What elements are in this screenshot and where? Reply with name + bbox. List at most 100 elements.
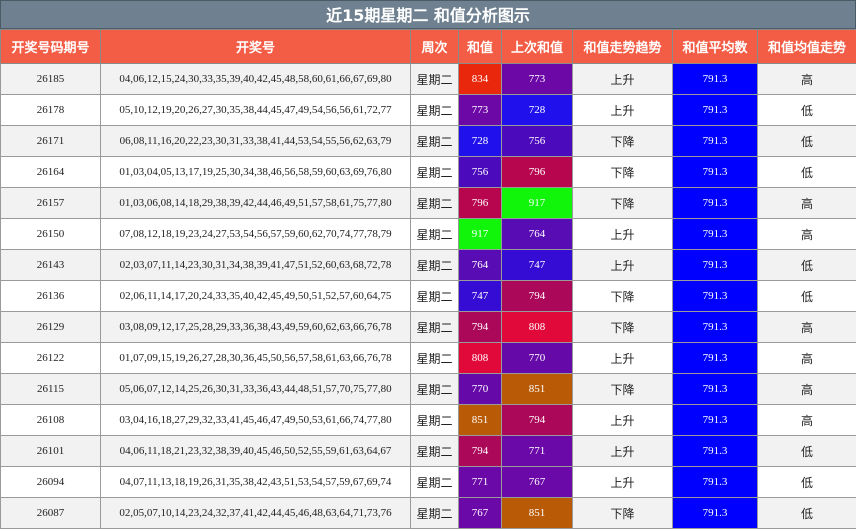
table-row: 2615007,08,12,18,19,23,24,27,53,54,56,57… [1,219,856,250]
cell-sum: 770 [459,374,502,405]
cell-trend: 下降 [573,126,673,157]
cell-sum: 773 [459,95,502,126]
cell-week: 星期二 [411,219,459,250]
cell-prev-sum: 747 [502,250,573,281]
cell-trend: 下降 [573,374,673,405]
cell-sum: 771 [459,467,502,498]
cell-numbers: 02,06,11,14,17,20,24,33,35,40,42,45,49,5… [101,281,411,312]
cell-average-direction: 高 [758,219,856,250]
table-row: 2612903,08,09,12,17,25,28,29,33,36,38,43… [1,312,856,343]
cell-sum: 728 [459,126,502,157]
cell-average: 791.3 [673,467,758,498]
table-row: 2614302,03,07,11,14,23,30,31,34,38,39,41… [1,250,856,281]
cell-prev-sum: 728 [502,95,573,126]
cell-period: 26129 [1,312,101,343]
cell-sum: 794 [459,436,502,467]
cell-period: 26150 [1,219,101,250]
sum-analysis-table: 开奖号码期号 开奖号 周次 和值 上次和值 和值走势趋势 和值平均数 和值均值走… [0,29,856,529]
table-row: 2615701,03,06,08,14,18,29,38,39,42,44,46… [1,188,856,219]
cell-average: 791.3 [673,126,758,157]
cell-trend: 上升 [573,95,673,126]
table-row: 2616401,03,04,05,13,17,19,25,30,34,38,46… [1,157,856,188]
cell-trend: 上升 [573,405,673,436]
cell-period: 26094 [1,467,101,498]
cell-numbers: 02,05,07,10,14,23,24,32,37,41,42,44,45,4… [101,498,411,529]
cell-week: 星期二 [411,126,459,157]
cell-trend: 下降 [573,188,673,219]
cell-trend: 下降 [573,281,673,312]
cell-week: 星期二 [411,467,459,498]
cell-average: 791.3 [673,219,758,250]
page-title: 近15期星期二 和值分析图示 [0,0,856,29]
cell-period: 26185 [1,64,101,95]
cell-week: 星期二 [411,64,459,95]
cell-numbers: 04,06,12,15,24,30,33,35,39,40,42,45,48,5… [101,64,411,95]
cell-average-direction: 低 [758,126,856,157]
cell-average-direction: 低 [758,436,856,467]
table-row: 2613602,06,11,14,17,20,24,33,35,40,42,45… [1,281,856,312]
cell-numbers: 05,10,12,19,20,26,27,30,35,38,44,45,47,4… [101,95,411,126]
cell-prev-sum: 770 [502,343,573,374]
table-row: 2610104,06,11,18,21,23,32,38,39,40,45,46… [1,436,856,467]
cell-prev-sum: 917 [502,188,573,219]
cell-week: 星期二 [411,343,459,374]
cell-period: 26115 [1,374,101,405]
cell-average-direction: 高 [758,312,856,343]
cell-period: 26178 [1,95,101,126]
cell-average: 791.3 [673,157,758,188]
cell-sum: 808 [459,343,502,374]
cell-prev-sum: 851 [502,374,573,405]
cell-prev-sum: 773 [502,64,573,95]
col-header-average: 和值平均数 [673,30,758,64]
cell-trend: 上升 [573,250,673,281]
cell-average-direction: 高 [758,64,856,95]
cell-week: 星期二 [411,405,459,436]
cell-numbers: 06,08,11,16,20,22,23,30,31,33,38,41,44,5… [101,126,411,157]
cell-trend: 上升 [573,343,673,374]
table-row: 2618504,06,12,15,24,30,33,35,39,40,42,45… [1,64,856,95]
cell-average: 791.3 [673,436,758,467]
cell-sum: 917 [459,219,502,250]
cell-week: 星期二 [411,312,459,343]
cell-average: 791.3 [673,250,758,281]
cell-prev-sum: 794 [502,405,573,436]
table-row: 2608702,05,07,10,14,23,24,32,37,41,42,44… [1,498,856,529]
cell-average: 791.3 [673,281,758,312]
cell-average-direction: 低 [758,250,856,281]
cell-average-direction: 低 [758,281,856,312]
cell-sum: 764 [459,250,502,281]
col-header-week: 周次 [411,30,459,64]
cell-prev-sum: 794 [502,281,573,312]
cell-period: 26143 [1,250,101,281]
cell-sum: 851 [459,405,502,436]
col-header-trend: 和值走势趋势 [573,30,673,64]
sum-analysis-sheet: 近15期星期二 和值分析图示 开奖号码期号 开奖号 周次 和值 上次和值 和值走… [0,0,856,528]
cell-period: 26122 [1,343,101,374]
cell-average: 791.3 [673,343,758,374]
cell-numbers: 03,08,09,12,17,25,28,29,33,36,38,43,49,5… [101,312,411,343]
cell-prev-sum: 851 [502,498,573,529]
cell-period: 26171 [1,126,101,157]
cell-week: 星期二 [411,436,459,467]
cell-week: 星期二 [411,374,459,405]
col-header-period: 开奖号码期号 [1,30,101,64]
col-header-average-direction: 和值均值走势 [758,30,856,64]
cell-numbers: 05,06,07,12,14,25,26,30,31,33,36,43,44,4… [101,374,411,405]
cell-sum: 834 [459,64,502,95]
cell-week: 星期二 [411,281,459,312]
cell-average-direction: 低 [758,498,856,529]
col-header-prev-sum: 上次和值 [502,30,573,64]
table-row: 2617805,10,12,19,20,26,27,30,35,38,44,45… [1,95,856,126]
cell-prev-sum: 756 [502,126,573,157]
cell-period: 26157 [1,188,101,219]
cell-week: 星期二 [411,157,459,188]
cell-sum: 767 [459,498,502,529]
cell-week: 星期二 [411,95,459,126]
cell-sum: 794 [459,312,502,343]
cell-numbers: 02,03,07,11,14,23,30,31,34,38,39,41,47,5… [101,250,411,281]
cell-average-direction: 低 [758,95,856,126]
cell-trend: 上升 [573,467,673,498]
table-row: 2612201,07,09,15,19,26,27,28,30,36,45,50… [1,343,856,374]
cell-period: 26136 [1,281,101,312]
cell-average-direction: 高 [758,188,856,219]
